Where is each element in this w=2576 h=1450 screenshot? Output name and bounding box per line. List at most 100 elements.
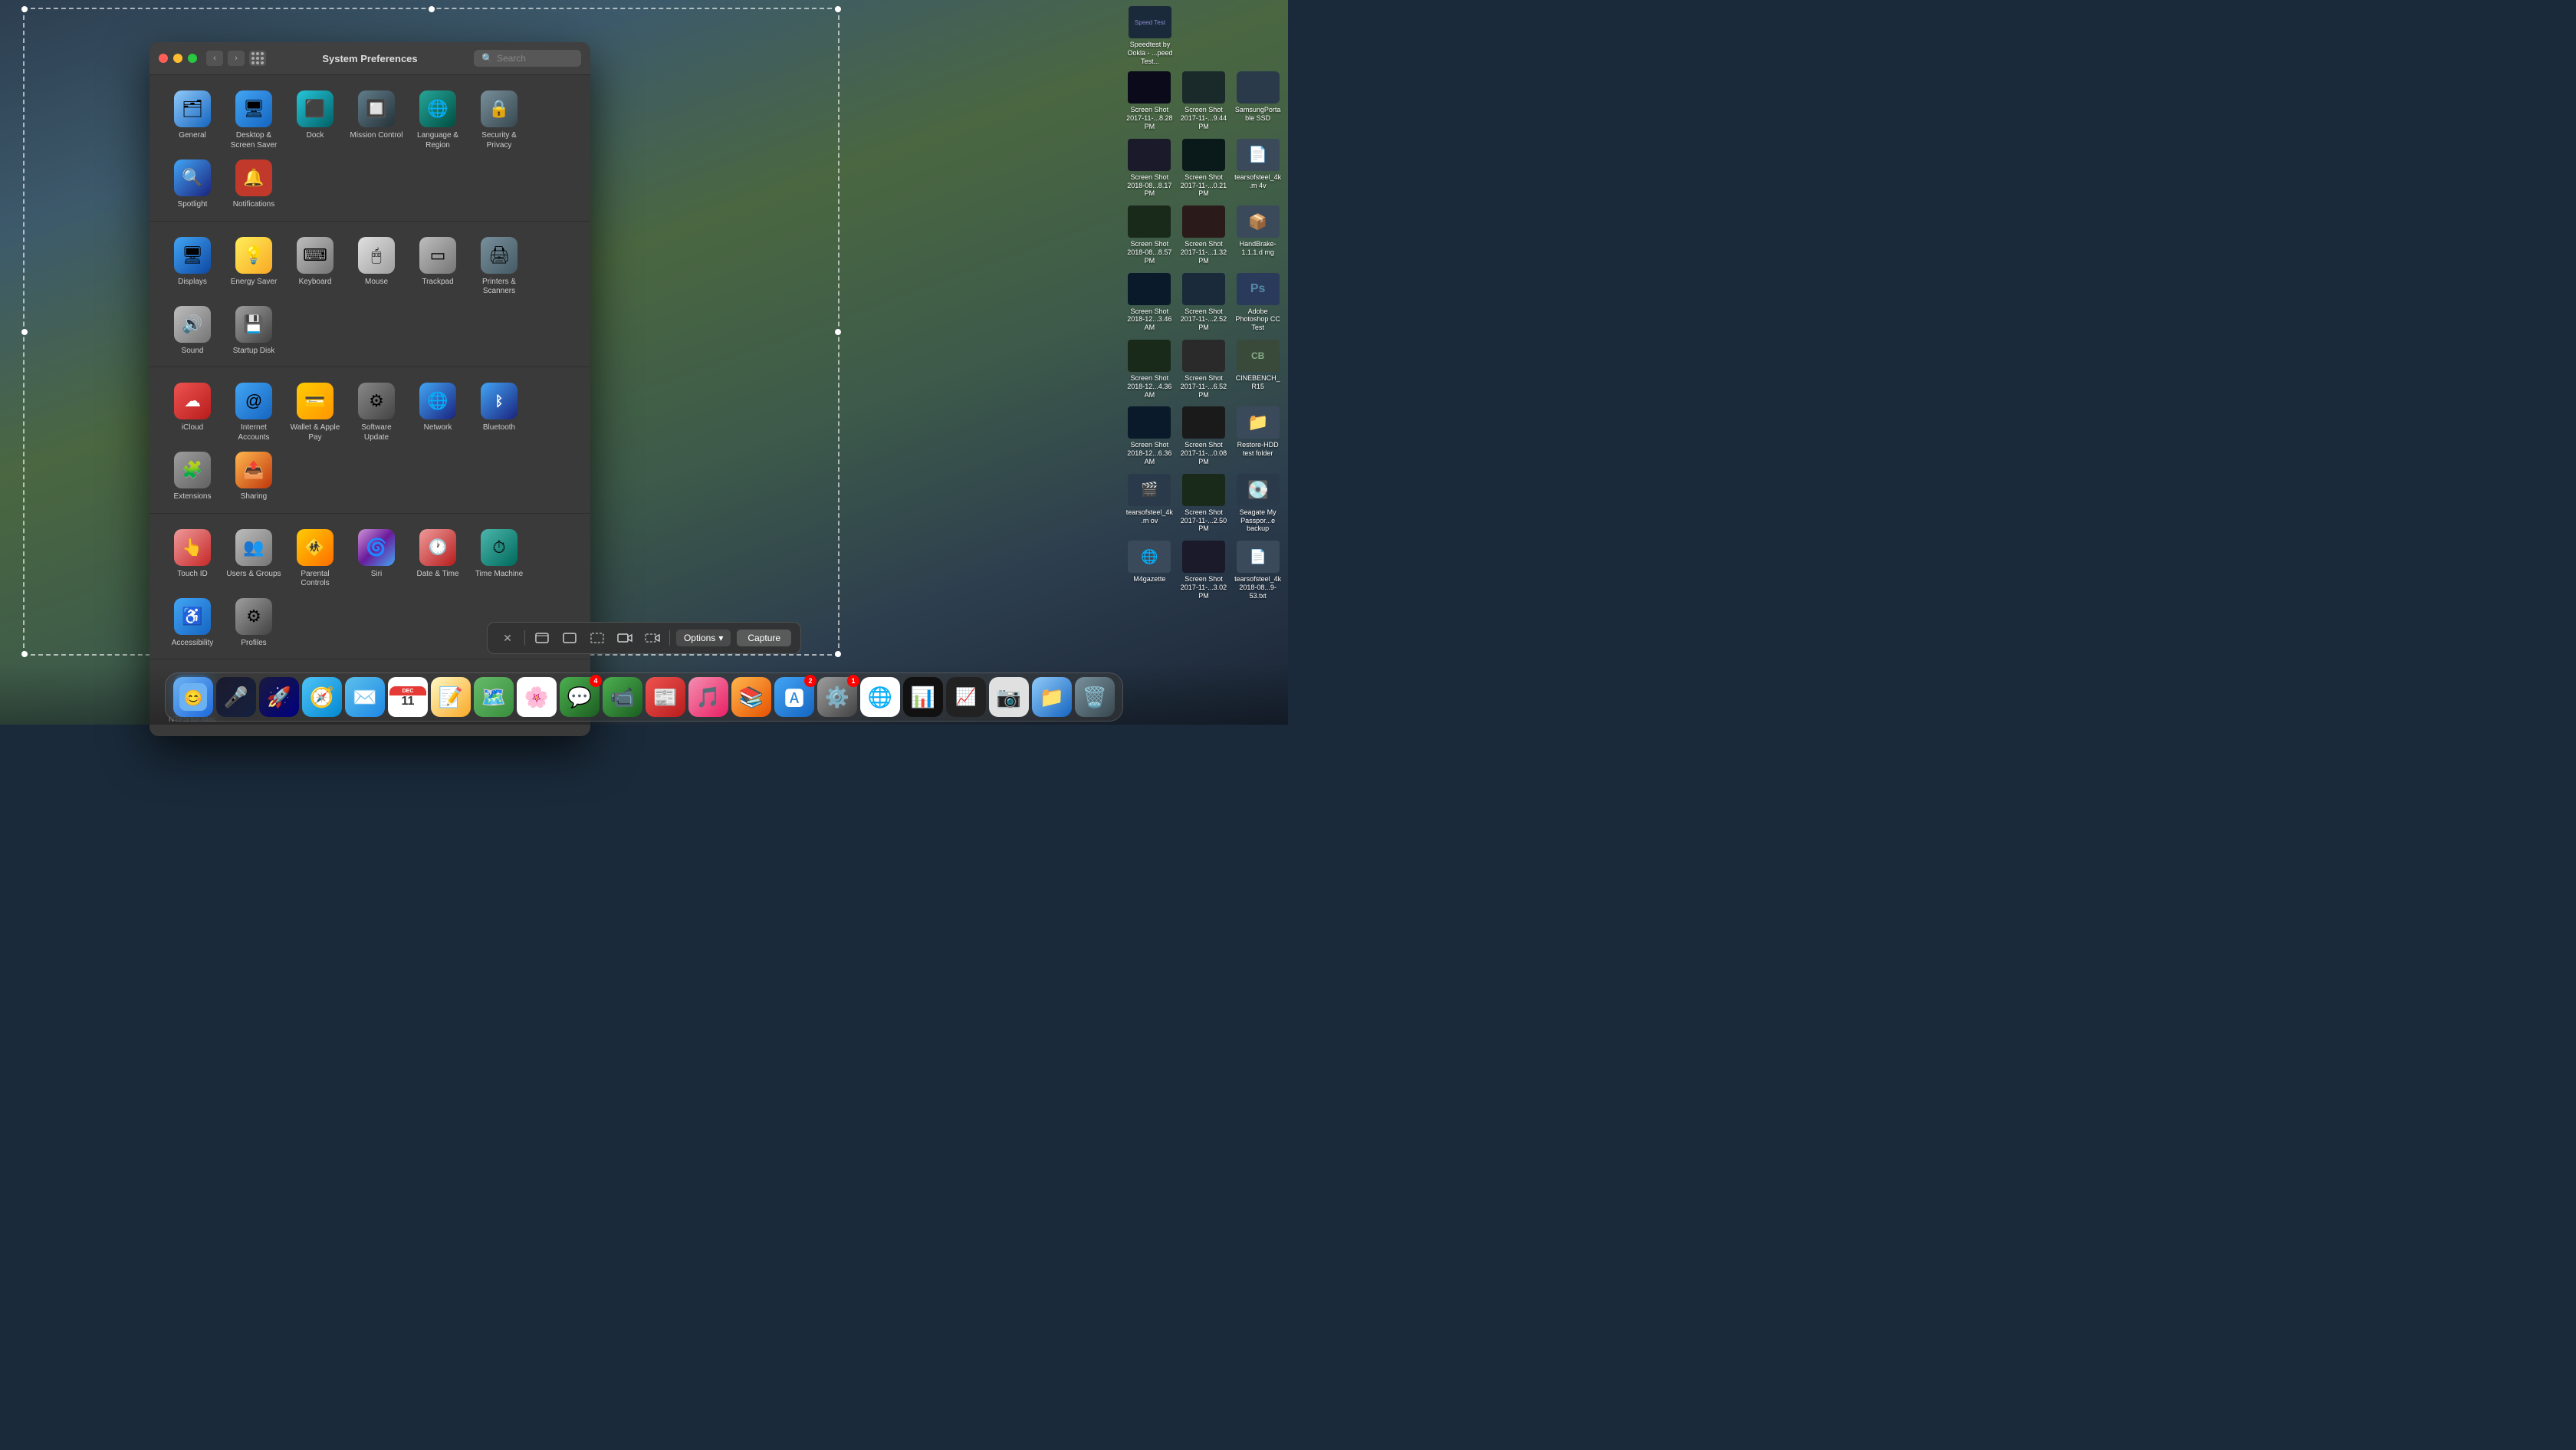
pref-item-wallet[interactable]: 💳 Wallet & Apple Pay xyxy=(284,378,346,447)
pref-item-timemachine[interactable]: ⏱ Time Machine xyxy=(468,524,530,593)
desktop-file-handbrake[interactable]: 📦 HandBrake-1.1.1.d mg xyxy=(1231,203,1284,267)
pref-item-network[interactable]: 🌐 Network xyxy=(407,378,468,447)
pref-item-desktop[interactable]: 🖥 Desktop & Screen Saver xyxy=(223,86,284,155)
dock-item-books[interactable]: 📚 xyxy=(731,677,771,717)
desktop-file-photoshop[interactable]: Ps Adobe Photoshop CC Test xyxy=(1231,271,1284,334)
back-button[interactable]: ‹ xyxy=(206,51,223,66)
desktop-file-speedtest[interactable]: Speed Test Speedtest by Ookla - ...peed … xyxy=(1119,4,1181,67)
options-label: Options xyxy=(684,633,715,643)
pref-item-siri[interactable]: 🌀 Siri xyxy=(346,524,407,593)
pref-item-mission[interactable]: 🔲 Mission Control xyxy=(346,86,407,155)
desktop-file-tears1[interactable]: 📄 tearsofsteel_4k.m 4v xyxy=(1231,136,1284,200)
dock-item-istatmenus1[interactable]: 📊 xyxy=(903,677,943,717)
pref-item-trackpad[interactable]: ▭ Trackpad xyxy=(407,232,468,301)
dock-item-istatmenus2[interactable]: 📈 xyxy=(946,677,986,717)
capture-window-btn[interactable] xyxy=(531,627,553,649)
desktop-file-m4gazette[interactable]: 🌐 M4gazette xyxy=(1123,538,1176,602)
desktop-file-tears2[interactable]: 🎬 tearsofsteel_4k.m ov xyxy=(1123,472,1176,535)
dock-item-calendar[interactable]: DEC 11 xyxy=(388,677,428,717)
dock-item-launchpad[interactable]: 🚀 xyxy=(259,677,299,717)
dock-item-safari[interactable]: 🧭 xyxy=(302,677,342,717)
pref-item-spotlight[interactable]: 🔍 Spotlight xyxy=(162,155,223,215)
icloud-label: iCloud xyxy=(182,423,203,433)
desktop-file-screenshot13[interactable]: Screen Shot 2017-11-...2.50 PM xyxy=(1178,472,1230,535)
pref-item-profiles[interactable]: ⚙ Profiles xyxy=(223,593,284,653)
dock-item-appstore[interactable]: 🅰 2 xyxy=(774,677,814,717)
capture-selection-btn[interactable] xyxy=(586,627,608,649)
dock-item-music[interactable]: 🎵 xyxy=(688,677,728,717)
desktop-file-screenshot5[interactable]: Screen Shot 2018-08...8.57 PM xyxy=(1123,203,1176,267)
pref-item-sound[interactable]: 🔊 Sound xyxy=(162,301,223,361)
pref-item-notifications[interactable]: 🔔 Notifications xyxy=(223,155,284,215)
close-capture-button[interactable]: ✕ xyxy=(497,627,518,649)
forward-button[interactable]: › xyxy=(228,51,245,66)
desktop-file-restore[interactable]: 📁 Restore-HDD test folder xyxy=(1231,404,1284,468)
pref-item-datetime[interactable]: 🕐 Date & Time xyxy=(407,524,468,593)
pref-item-mouse[interactable]: 🖱 Mouse xyxy=(346,232,407,301)
desktop-file-screenshot10[interactable]: Screen Shot 2017-11-...6.52 PM xyxy=(1178,337,1230,401)
pref-item-parental[interactable]: 🚸 Parental Controls xyxy=(284,524,346,593)
desktop-file-screenshot4[interactable]: Screen Shot 2017-11-...0.21 PM xyxy=(1178,136,1230,200)
pref-item-users[interactable]: 👥 Users & Groups xyxy=(223,524,284,593)
desktop-file-screenshot14[interactable]: Screen Shot 2017-11-...3.02 PM xyxy=(1178,538,1230,602)
capture-screen-btn[interactable] xyxy=(559,627,580,649)
dock-item-mail[interactable]: ✉️ xyxy=(345,677,385,717)
dock-item-notes[interactable]: 📝 xyxy=(431,677,471,717)
desktop-file-screenshot2[interactable]: Screen Shot 2017-11-...9.44 PM xyxy=(1178,69,1230,133)
options-button[interactable]: Options ▾ xyxy=(676,630,731,646)
dock-item-sysprefs[interactable]: ⚙️ 1 xyxy=(817,677,857,717)
search-box[interactable]: 🔍 xyxy=(474,50,581,67)
dock-item-trash[interactable]: 🗑️ xyxy=(1075,677,1115,717)
capture-video-selection-btn[interactable] xyxy=(642,627,663,649)
dock-item-finder[interactable]: 😊 xyxy=(173,677,213,717)
desktop-file-screenshot1[interactable]: Screen Shot 2017-11-...8.28 PM xyxy=(1123,69,1176,133)
dock-item-maps[interactable]: 🗺️ xyxy=(474,677,514,717)
desktop-file-screenshot11[interactable]: Screen Shot 2018-12...6.36 AM xyxy=(1123,404,1176,468)
pref-item-internet[interactable]: @ Internet Accounts xyxy=(223,378,284,447)
dock-item-screenshots[interactable]: 📷 xyxy=(989,677,1029,717)
pref-item-sharing[interactable]: 📤 Sharing xyxy=(223,447,284,507)
desktop-file-screenshot7[interactable]: Screen Shot 2018-12...3.46 AM xyxy=(1123,271,1176,334)
dock-item-chrome[interactable]: 🌐 xyxy=(860,677,900,717)
pref-item-dock[interactable]: ⬛ Dock xyxy=(284,86,346,155)
dock-item-photos[interactable]: 🌸 xyxy=(517,677,557,717)
desktop-file-tears3[interactable]: 📄 tearsofsteel_4k 2018-08...9-53.txt xyxy=(1231,538,1284,602)
desktop-file-screenshot8[interactable]: Screen Shot 2017-11-...2.52 PM xyxy=(1178,271,1230,334)
minimize-button[interactable] xyxy=(173,54,182,63)
energy-label: Energy Saver xyxy=(231,278,278,288)
pref-item-security[interactable]: 🔒 Security & Privacy xyxy=(468,86,530,155)
pref-item-extensions[interactable]: 🧩 Extensions xyxy=(162,447,223,507)
pref-item-icloud[interactable]: ☁ iCloud xyxy=(162,378,223,447)
capture-button[interactable]: Capture xyxy=(737,630,791,646)
pref-item-accessibility[interactable]: ♿ Accessibility xyxy=(162,593,223,653)
search-input[interactable] xyxy=(497,53,573,64)
dock-item-siri[interactable]: 🎤 xyxy=(216,677,256,717)
pref-item-touchid[interactable]: 👆 Touch ID xyxy=(162,524,223,593)
dock-item-folder[interactable]: 📁 xyxy=(1032,677,1072,717)
grid-button[interactable] xyxy=(249,51,266,66)
pref-item-bluetooth[interactable]: ᛒ Bluetooth xyxy=(468,378,530,447)
maximize-button[interactable] xyxy=(188,54,197,63)
pref-item-energy[interactable]: 💡 Energy Saver xyxy=(223,232,284,301)
displays-label: Displays xyxy=(178,278,207,288)
pref-item-software[interactable]: ⚙ Software Update xyxy=(346,378,407,447)
desktop-file-screenshot12[interactable]: Screen Shot 2017-11-...0.08 PM xyxy=(1178,404,1230,468)
pref-item-startup[interactable]: 💾 Startup Disk xyxy=(223,301,284,361)
desktop-file-cinebench[interactable]: CB CINEBENCH_R15 xyxy=(1231,337,1284,401)
capture-video-screen-btn[interactable] xyxy=(614,627,636,649)
dock-item-messages[interactable]: 💬 4 xyxy=(560,677,600,717)
desktop-file-screenshot6[interactable]: Screen Shot 2017-11-...1.32 PM xyxy=(1178,203,1230,267)
desktop-file-screenshot3[interactable]: Screen Shot 2018-08...8.17 PM xyxy=(1123,136,1176,200)
desktop-file-screenshot9[interactable]: Screen Shot 2018-12...4.36 AM xyxy=(1123,337,1176,401)
pref-item-displays[interactable]: 🖥 Displays xyxy=(162,232,223,301)
desktop-file-seagate[interactable]: 💽 Seagate My Passpor...e backup xyxy=(1231,472,1284,535)
divider1 xyxy=(524,630,525,646)
desktop-file-samsung[interactable]: SamsungPortable SSD xyxy=(1231,69,1284,133)
pref-item-general[interactable]: 🗂 General xyxy=(162,86,223,155)
close-button[interactable] xyxy=(159,54,168,63)
dock-item-news[interactable]: 📰 xyxy=(646,677,685,717)
pref-item-printers[interactable]: 🖨 Printers & Scanners xyxy=(468,232,530,301)
pref-item-language[interactable]: 🌐 Language & Region xyxy=(407,86,468,155)
dock-item-facetime[interactable]: 📹 xyxy=(603,677,642,717)
pref-item-keyboard[interactable]: ⌨ Keyboard xyxy=(284,232,346,301)
